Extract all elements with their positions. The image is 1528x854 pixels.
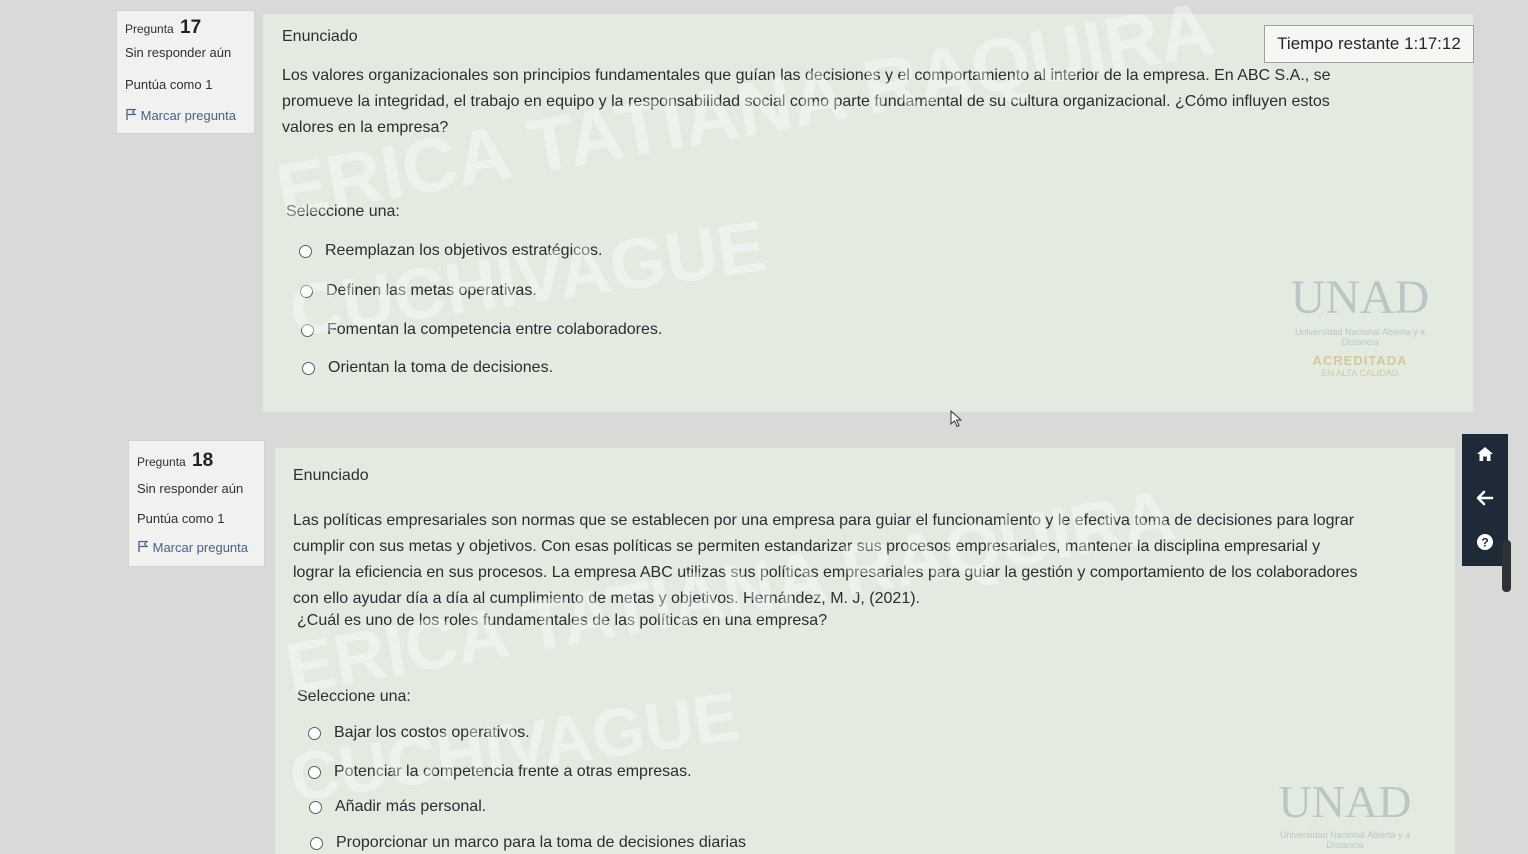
question-number-line: Pregunta 18 — [137, 450, 213, 472]
unad-logo: UNAD Universidad Nacional Abierta y a Di… — [1270, 775, 1420, 850]
question-number: 18 — [192, 450, 214, 471]
answer-option[interactable]: Bajar los costos operativos. — [308, 724, 530, 742]
question-heading: Enunciado — [282, 28, 358, 45]
unad-logo: UNAD Universidad Nacional Abierta y a Di… — [1280, 270, 1440, 378]
option-label: Potenciar la competencia frente a otras … — [334, 763, 692, 780]
flag-question-link[interactable]: Marcar pregunta — [137, 540, 248, 555]
question-status: Sin responder aún — [137, 481, 244, 496]
radio-button[interactable] — [299, 244, 312, 258]
back-button[interactable] — [1462, 478, 1508, 522]
home-button[interactable] — [1462, 434, 1508, 478]
logo-subtitle: Universidad Nacional Abierta y a Distanc… — [1279, 830, 1411, 850]
question-heading: Enunciado — [293, 467, 369, 484]
answer-option[interactable]: Fomentan la competencia entre colaborado… — [301, 321, 662, 339]
radio-button[interactable] — [308, 765, 321, 779]
time-remaining-text: Tiempo restante 1:17:12 — [1277, 34, 1461, 53]
logo-brand: UNAD — [1290, 271, 1430, 324]
logo-subtitle: Universidad Nacional Abierta y a Distanc… — [1294, 327, 1426, 347]
flag-label: Marcar pregunta — [152, 540, 249, 555]
option-label: Fomentan la competencia entre colaborado… — [327, 321, 663, 338]
question-score: Puntúa como 1 — [137, 511, 225, 526]
flag-icon — [137, 540, 153, 555]
select-label: Seleccione una: — [297, 688, 411, 705]
flag-label: Marcar pregunta — [140, 108, 237, 123]
option-label: Proporcionar un marco para la toma de de… — [336, 834, 746, 851]
radio-button[interactable] — [309, 800, 322, 814]
radio-button[interactable] — [300, 284, 313, 298]
home-icon — [1476, 446, 1494, 467]
answer-option[interactable]: Orientan la toma de decisiones. — [302, 359, 553, 377]
answer-option[interactable]: Potenciar la competencia frente a otras … — [308, 763, 692, 781]
stem-line: lograr la eficiencia en sus procesos. La… — [293, 564, 1358, 581]
stem-line: Las políticas empresariales son normas q… — [293, 512, 1355, 529]
stem-line: Los valores organizacionales son princip… — [282, 67, 1331, 84]
option-label: Orientan la toma de decisiones. — [328, 359, 554, 376]
logo-brand: UNAD — [1278, 776, 1412, 827]
question-score: Puntúa como 1 — [125, 77, 213, 92]
question-number: 17 — [180, 17, 202, 38]
question-info-18: Pregunta 18 Sin responder aún Puntúa com… — [128, 440, 265, 567]
question-circle-icon: ? — [1476, 533, 1494, 556]
question-prompt: ¿Cuál es uno de los roles fundamentales … — [297, 612, 828, 629]
answer-option[interactable]: Definen las metas operativas. — [300, 282, 537, 300]
answer-option[interactable]: Añadir más personal. — [309, 798, 486, 816]
question-label: Pregunta — [137, 455, 186, 469]
page-scrollbar[interactable] — [1502, 540, 1511, 592]
stem-line: cumplir con sus metas y objetivos. Con e… — [293, 538, 1321, 555]
question-label: Pregunta — [125, 22, 174, 36]
answer-option[interactable]: Proporcionar un marco para la toma de de… — [310, 834, 746, 852]
radio-button[interactable] — [301, 323, 314, 337]
option-label: Definen las metas operativas. — [326, 282, 537, 299]
arrow-left-icon — [1476, 490, 1494, 511]
select-label: Seleccione una: — [286, 203, 400, 220]
stem-line: valores en la empresa? — [282, 119, 449, 136]
question-number-line: Pregunta 17 — [125, 17, 201, 39]
radio-button[interactable] — [310, 836, 323, 850]
option-label: Añadir más personal. — [335, 798, 487, 815]
stem-line: promueve la integridad, el trabajo en eq… — [282, 93, 1330, 110]
question-status: Sin responder aún — [125, 45, 232, 60]
svg-text:?: ? — [1481, 535, 1488, 549]
radio-button[interactable] — [302, 361, 315, 375]
question-stem: Los valores organizacionales son princip… — [282, 63, 1331, 141]
option-label: Reemplazan los objetivos estratégicos. — [325, 242, 603, 259]
flag-question-link[interactable]: Marcar pregunta — [125, 108, 236, 123]
answer-option[interactable]: Reemplazan los objetivos estratégicos. — [299, 242, 602, 260]
option-label: Bajar los costos operativos. — [334, 724, 530, 741]
radio-button[interactable] — [308, 726, 321, 740]
stem-line: con ello ayudar día a día al cumplimient… — [293, 590, 920, 607]
mouse-cursor — [950, 409, 963, 433]
time-remaining-box: Tiempo restante 1:17:12 — [1264, 25, 1474, 63]
logo-accreditation: ACREDITADA — [1312, 353, 1408, 368]
question-stem: Las políticas empresariales son normas q… — [293, 508, 1358, 612]
question-info-17: Pregunta 17 Sin responder aún Puntúa com… — [116, 10, 255, 134]
flag-icon — [125, 108, 141, 123]
logo-accreditation-sub: EN ALTA CALIDAD — [1321, 368, 1399, 378]
